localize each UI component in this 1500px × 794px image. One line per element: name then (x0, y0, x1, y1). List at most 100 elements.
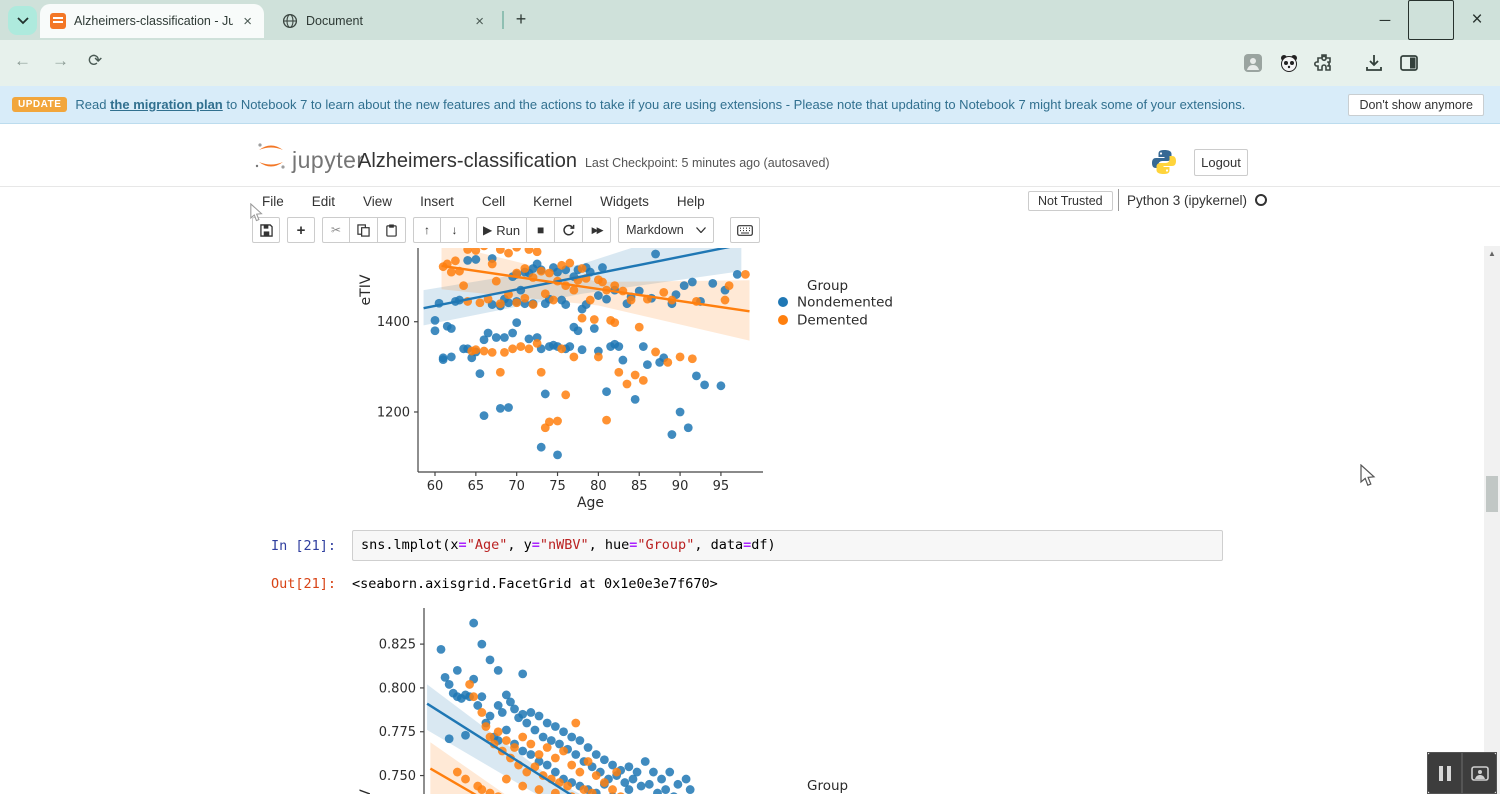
restart-icon (562, 224, 575, 237)
menu-item-file[interactable]: File (262, 194, 284, 209)
browser-tab-notebook[interactable]: Alzheimers-classification - Jupy × (40, 4, 264, 38)
recorder-pause-button[interactable] (1427, 752, 1462, 794)
svg-text:1200: 1200 (377, 405, 410, 420)
cut-cell-button[interactable]: ✂ (322, 217, 350, 243)
svg-text:Group: Group (807, 778, 848, 794)
menu-item-widgets[interactable]: Widgets (600, 194, 649, 209)
output-text: <seaborn.axisgrid.FacetGrid at 0x1e0e3e7… (352, 576, 718, 592)
notebook-header: jupyter Alzheimers-classificationLast Ch… (0, 124, 1500, 186)
nwbv-vs-age-plot: 0.7500.7750.8000.825nWBVGroupNondemented… (330, 600, 910, 794)
jupyter-logo-icon (252, 138, 290, 174)
etiv-vs-age-plot: 1200140016006065707580859095AgeeTIVGroup… (330, 248, 910, 515)
menu-item-insert[interactable]: Insert (420, 194, 454, 209)
new-tab-button[interactable]: + (510, 9, 532, 31)
snapshot-icon (1471, 766, 1489, 781)
move-cell-down-button[interactable]: ↓ (441, 217, 469, 243)
tab-close-icon[interactable]: × (473, 13, 486, 30)
svg-text:65: 65 (468, 479, 485, 494)
page-scrollbar[interactable]: ▲ (1484, 246, 1500, 794)
notebook-menubar: FileEditViewInsertCellKernelWidgetsHelp … (0, 186, 1500, 214)
input-prompt: In [21]: (0, 538, 336, 554)
svg-text:1400: 1400 (377, 315, 410, 330)
reload-icon[interactable]: ⟳ (88, 51, 102, 71)
menu-item-view[interactable]: View (363, 194, 392, 209)
globe-icon (282, 13, 298, 29)
svg-text:nWBV: nWBV (358, 789, 374, 794)
keyboard-icon (737, 225, 753, 236)
svg-text:95: 95 (713, 479, 730, 494)
browser-tab-document[interactable]: Document × (272, 4, 496, 38)
panda-extension-icon[interactable] (1279, 53, 1299, 73)
menu-item-edit[interactable]: Edit (312, 194, 335, 209)
svg-text:Demented: Demented (797, 313, 868, 329)
extensions-puzzle-icon[interactable] (1314, 53, 1334, 73)
chevron-down-icon (696, 227, 706, 233)
svg-text:80: 80 (590, 479, 607, 494)
copy-icon (357, 224, 370, 237)
output-prompt: Out[21]: (0, 576, 336, 592)
tab-divider (502, 11, 504, 29)
move-cell-up-button[interactable]: ↑ (413, 217, 441, 243)
copy-cell-button[interactable] (350, 217, 378, 243)
tab-close-icon[interactable]: × (241, 13, 254, 30)
trust-indicator[interactable]: Not Trusted (1028, 191, 1113, 211)
scrollbar-thumb[interactable] (1486, 476, 1498, 512)
save-icon (260, 224, 273, 237)
kernel-name: Python 3 (ipykernel) (1127, 193, 1247, 208)
menu-item-help[interactable]: Help (677, 194, 705, 209)
pause-icon (1439, 766, 1451, 781)
python-logo-icon (1150, 148, 1178, 176)
checkpoint-status: Last Checkpoint: 5 minutes ago (autosave… (585, 156, 830, 170)
recorder-overlay (1427, 752, 1497, 794)
svg-text:70: 70 (508, 479, 525, 494)
restart-run-all-button[interactable]: ▶▶ (583, 217, 611, 243)
banner-text: Read the migration plan to Notebook 7 to… (75, 97, 1245, 112)
svg-text:Nondemented: Nondemented (797, 295, 893, 311)
svg-text:0.825: 0.825 (379, 638, 416, 653)
svg-text:90: 90 (672, 479, 689, 494)
recorder-snapshot-button[interactable] (1462, 752, 1497, 794)
svg-text:0.750: 0.750 (379, 769, 416, 784)
dismiss-banner-button[interactable]: Don't show anymore (1348, 94, 1484, 116)
svg-text:85: 85 (631, 479, 648, 494)
browser-toolbar: ← → ⟳ i localhost:8888/notebooks/Alzheim… (0, 40, 1500, 86)
ghost-cursor (250, 203, 264, 223)
paste-cell-button[interactable] (378, 217, 406, 243)
code-input[interactable]: sns.lmplot(x="Age", y="nWBV", hue="Group… (352, 530, 1223, 561)
interrupt-kernel-button[interactable]: ■ (527, 217, 555, 243)
command-palette-button[interactable] (730, 217, 760, 243)
restart-kernel-button[interactable] (555, 217, 583, 243)
logout-button[interactable]: Logout (1194, 149, 1248, 176)
forward-icon[interactable]: → (52, 51, 69, 71)
svg-text:0.800: 0.800 (379, 681, 416, 696)
profile-extension-icon[interactable] (1243, 53, 1263, 73)
scrollbar-up-icon[interactable]: ▲ (1484, 246, 1500, 262)
browser-tabstrip: Alzheimers-classification - Jupy × Docum… (0, 0, 1500, 40)
svg-text:0.775: 0.775 (379, 725, 416, 740)
menu-item-kernel[interactable]: Kernel (533, 194, 572, 209)
add-cell-button[interactable]: + (287, 217, 315, 243)
window-maximize-button[interactable] (1408, 0, 1454, 40)
tab-title: Alzheimers-classification - Jupy (74, 14, 233, 28)
notebook-title[interactable]: Alzheimers-classificationLast Checkpoint… (358, 150, 830, 173)
notebook-toolbar: + ✂ ↑ ↓ ▶Run ■ ▶▶ Markdown (0, 214, 1500, 246)
cell-type-dropdown[interactable]: Markdown (618, 217, 714, 243)
side-panel-icon[interactable] (1399, 53, 1419, 73)
update-badge: UPDATE (12, 97, 67, 112)
window-close-button[interactable]: × (1454, 0, 1500, 40)
chevron-down-icon (17, 17, 29, 25)
migration-plan-link[interactable]: the migration plan (110, 97, 223, 112)
svg-text:Age: Age (577, 495, 604, 511)
jupyter-logo[interactable]: jupyter (252, 138, 365, 174)
window-minimize-button[interactable]: ─ (1362, 0, 1408, 40)
notebook-content: 1200140016006065707580859095AgeeTIVGroup… (0, 246, 1484, 794)
downloads-icon[interactable] (1364, 53, 1384, 73)
svg-text:75: 75 (549, 479, 566, 494)
paste-icon (385, 224, 398, 237)
tab-search-button[interactable] (8, 6, 37, 35)
back-icon[interactable]: ← (14, 51, 31, 71)
jupyter-favicon-icon (50, 13, 66, 29)
run-cell-button[interactable]: ▶Run (476, 217, 527, 243)
mouse-cursor (1360, 464, 1377, 488)
menu-item-cell[interactable]: Cell (482, 194, 505, 209)
